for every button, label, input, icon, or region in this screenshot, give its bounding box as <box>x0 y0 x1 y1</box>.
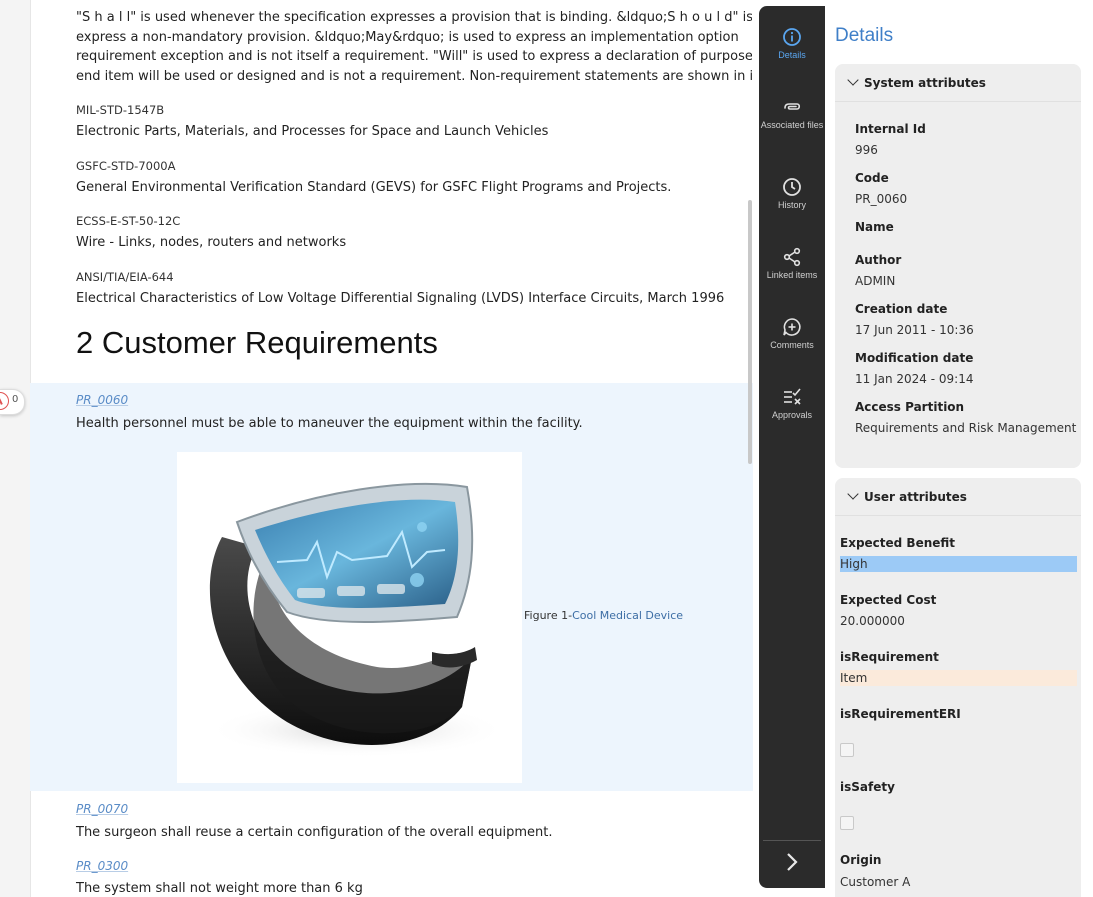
access-partition-label: Access Partition <box>855 400 965 414</box>
nav-associated-files-label: Associated files <box>760 120 824 130</box>
nav-divider <box>763 840 821 841</box>
reference-code: ECSS-E-ST-50-12C <box>76 214 181 228</box>
clock-icon <box>783 178 801 196</box>
is-requirement-eri-label: isRequirementERI <box>840 707 961 721</box>
code-label: Code <box>855 171 889 185</box>
approvals-icon <box>784 388 801 405</box>
user-attributes-header[interactable]: User attributes <box>847 488 967 504</box>
is-requirement-field[interactable]: Item <box>840 670 1077 686</box>
document-pane: "S h a l l" is used whenever the specifi… <box>0 0 758 897</box>
comment-alert-icon <box>0 392 9 410</box>
requirement-id-link[interactable]: PR_0070 <box>76 802 128 816</box>
name-label: Name <box>855 220 894 234</box>
intro-line: end item will be used or designed and is… <box>76 68 752 84</box>
comment-add-icon <box>783 318 801 336</box>
figure-caption-prefix: Figure 1- <box>524 609 573 622</box>
creation-date-label: Creation date <box>855 302 948 316</box>
figure-caption: Figure 1-Cool Medical Device <box>524 609 683 622</box>
card-divider <box>835 101 1081 102</box>
reference-code: ANSI/TIA/EIA-644 <box>76 270 174 284</box>
requirement-id-link[interactable]: PR_0060 <box>76 393 128 407</box>
requirement-text: The surgeon shall reuse a certain config… <box>76 825 553 840</box>
author-value: ADMIN <box>855 274 896 288</box>
nav-approvals-label: Approvals <box>771 410 813 420</box>
card-divider <box>835 515 1081 516</box>
is-requirement-label: isRequirement <box>840 650 939 664</box>
reference-title: Electrical Characteristics of Low Voltag… <box>76 291 725 306</box>
reference-title: Wire - Links, nodes, routers and network… <box>76 235 347 250</box>
chevron-down-icon <box>847 74 859 86</box>
nav-linked-items-label: Linked items <box>766 270 818 280</box>
modification-date-value: 11 Jan 2024 - 09:14 <box>855 372 974 386</box>
medical-device-image <box>207 482 507 758</box>
nav-details-label: Details <box>778 50 806 60</box>
user-attributes-title: User attributes <box>864 490 967 504</box>
is-safety-label: isSafety <box>840 780 895 794</box>
origin-value[interactable]: Customer A <box>840 875 910 889</box>
comment-gutter <box>0 0 31 897</box>
share-icon <box>783 247 801 267</box>
expected-benefit-label: Expected Benefit <box>840 536 956 550</box>
origin-label: Origin <box>840 853 882 867</box>
creation-date-value: 17 Jun 2011 - 10:36 <box>855 323 974 337</box>
internal-id-value: 996 <box>855 143 878 157</box>
expand-panel-button[interactable] <box>781 851 803 873</box>
reference-title: Electronic Parts, Materials, and Process… <box>76 124 549 139</box>
system-attributes-header[interactable]: System attributes <box>847 74 986 90</box>
nav-associated-files[interactable]: Associated files <box>759 97 825 130</box>
figure-caption-text: Cool Medical Device <box>572 609 684 622</box>
reference-code: GSFC-STD-7000A <box>76 159 176 173</box>
expected-cost-value[interactable]: 20.000000 <box>840 614 905 628</box>
access-partition-value: Requirements and Risk Management <box>855 421 1077 435</box>
reference-title: General Environmental Verification Stand… <box>76 180 672 195</box>
reference-code: MIL-STD-1547B <box>76 103 165 117</box>
nav-comments[interactable]: Comments <box>759 317 825 350</box>
requirement-id-link[interactable]: PR_0300 <box>76 859 128 873</box>
is-requirement-eri-checkbox[interactable] <box>840 743 854 757</box>
requirement-text: Health personnel must be able to maneuve… <box>76 416 583 431</box>
comment-count: 0 <box>12 394 19 405</box>
paperclip-icon <box>784 103 801 110</box>
internal-id-label: Internal Id <box>855 122 926 136</box>
system-attributes-card: System attributes Internal Id 996 Code P… <box>835 64 1081 468</box>
panel-title: Details <box>835 25 894 46</box>
details-panel: Details System attributes Internal Id 99… <box>825 6 1093 897</box>
nav-details[interactable]: Details <box>759 27 825 60</box>
info-icon <box>783 28 801 46</box>
system-attributes-title: System attributes <box>864 76 986 90</box>
document-scrollbar[interactable] <box>748 200 752 464</box>
intro-line: requirement exception and is not itself … <box>76 49 752 64</box>
nav-linked-items[interactable]: Linked items <box>759 247 825 280</box>
section-heading: 2 Customer Requirements <box>76 325 438 360</box>
nav-history[interactable]: History <box>759 177 825 210</box>
user-attributes-card: User attributes Expected Benefit High Ex… <box>835 478 1081 897</box>
intro-line: "S h a l l" is used whenever the specifi… <box>76 10 752 25</box>
chevron-down-icon <box>847 488 859 500</box>
nav-history-label: History <box>777 200 806 210</box>
code-value: PR_0060 <box>855 192 908 206</box>
side-navigation: Details Associated files History Linked … <box>759 6 825 888</box>
chevron-right-icon <box>787 853 798 871</box>
requirement-text: The system shall not weight more than 6 … <box>76 881 363 896</box>
author-label: Author <box>855 253 902 267</box>
figure-image <box>177 452 522 783</box>
is-safety-checkbox[interactable] <box>840 816 854 830</box>
nav-approvals[interactable]: Approvals <box>759 387 825 420</box>
intro-line: express a non-mandatory provision. &ldqu… <box>76 29 739 45</box>
nav-comments-label: Comments <box>770 340 814 350</box>
intro-paragraph: "S h a l l" is used whenever the specifi… <box>76 8 752 86</box>
expected-benefit-field[interactable]: High <box>840 556 1077 572</box>
modification-date-label: Modification date <box>855 351 974 365</box>
expected-cost-label: Expected Cost <box>840 593 937 607</box>
